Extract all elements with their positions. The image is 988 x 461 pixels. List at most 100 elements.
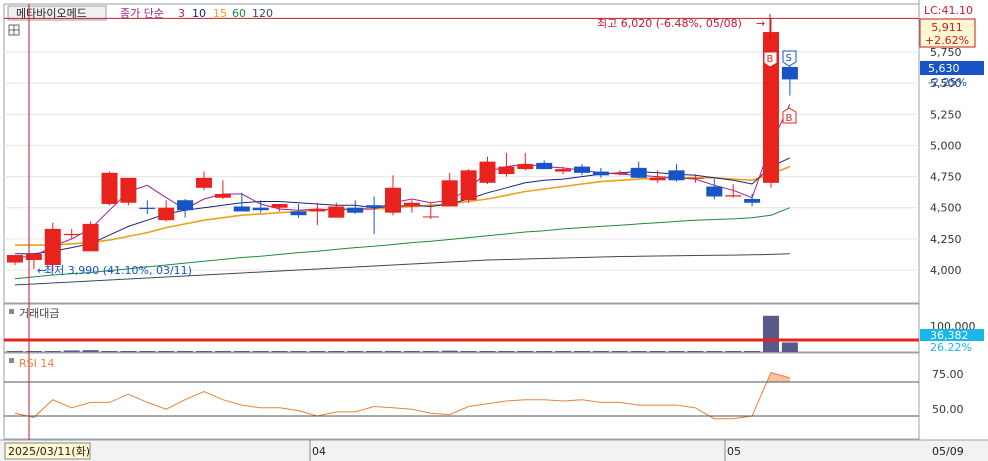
candle-body [7,255,23,263]
candle-body [744,198,761,203]
candle-body [725,195,742,197]
candle-body [347,207,364,213]
volume-bar [139,351,156,352]
volume-bar [630,351,647,352]
volume-bar [328,351,345,352]
candle-03-18[interactable] [101,171,118,206]
low-arrow-icon: ← [37,264,46,277]
current-price-value: 5,911 [931,21,963,34]
volume-bar [177,351,194,352]
candle-body [630,167,647,178]
volume-bar [44,351,61,352]
candle-body [82,223,99,252]
volume-bar [309,351,326,352]
candle-body [687,177,704,179]
volume-bar [706,351,723,352]
candle-body [460,170,477,201]
price-tick-label: 5,250 [930,108,962,121]
volume-panel-icon [9,309,14,314]
svg-text:S: S [786,53,792,64]
volume-bar [120,351,137,352]
candle-body [422,216,439,218]
price-tick-label: 4,250 [930,233,962,246]
volume-bar [574,351,590,352]
candle-04-14[interactable] [460,169,477,203]
svg-text:B: B [786,113,793,124]
price-tick-label: 5,000 [930,139,962,152]
signal-b-bottom[interactable]: B [782,107,797,124]
volume-bar [271,351,288,352]
volume-bar [101,351,118,352]
candle-body [63,233,80,236]
price-tick-label: 4,000 [930,264,962,277]
price-tick-label: 4,500 [930,202,962,215]
candle-body [574,166,590,173]
candle-body [44,228,61,266]
volume-bar [403,351,420,352]
candle-body [328,206,345,218]
end-date: 05/09 [932,445,964,458]
candle-body [517,164,534,170]
candle-body [252,207,269,211]
candle-body [25,253,42,261]
volume-bar [7,351,23,352]
candle-body [233,206,250,212]
svg-text:B: B [767,54,774,65]
rsi-tick-50: 50.00 [932,403,964,416]
last-change-value: -2.25% [928,76,967,89]
candle-body [196,177,212,188]
candle-05-08[interactable] [763,18,779,188]
volume-bar [460,351,477,352]
candle-body [592,171,609,176]
high-annotation: 최고 6,020 (-6.48%, 05/08) [597,17,742,30]
price-tick-label: 4,750 [930,171,962,184]
volume-bar [366,351,383,352]
volume-bar [479,351,496,352]
candle-body [177,200,194,211]
volume-bar [82,350,99,352]
volume-bar [687,351,704,352]
volume-bar [385,351,401,352]
candle-body [101,172,118,204]
volume-bar [214,351,231,352]
volume-title: 거래대금 [19,307,59,320]
volume-bar [611,351,628,352]
volume-bar [744,351,761,352]
date-label-04: 04 [312,445,326,458]
lc-label: LC:41.10 [924,4,973,17]
chart-canvas[interactable]: 5,7505,5005,2505,0004,7504,5004,2504,000… [0,0,988,461]
candle-body [290,211,307,216]
volume-bar [196,351,212,352]
volume-bar [668,351,685,352]
candle-body [441,180,458,207]
candle-03-17[interactable] [82,221,99,252]
volume-bar [233,351,250,352]
start-date: 2025/03/11(화) [8,445,90,458]
volume-bar [441,350,458,352]
volume-bar [498,351,515,352]
candle-body [120,177,137,203]
volume-bar [763,315,779,352]
volume-bar [290,351,307,352]
candle-body [611,172,628,174]
candle-body [214,194,231,198]
rsi-tick-75: 75.00 [932,368,964,381]
volume-last-pct: 26.22% [930,341,972,354]
date-label-05: 05 [727,445,741,458]
candle-body [555,169,572,172]
volume-bar [252,351,269,352]
candle-body [403,202,420,207]
volume-bar [517,351,534,352]
rsi-title: RSI 14 [19,357,54,370]
price-tick-label: 5,750 [930,46,962,59]
candle-body [668,170,685,181]
volume-bar [592,351,609,352]
volume-bar [555,351,572,352]
candle-body [498,166,515,175]
stock-chart-window: 5,750 5,500 5,250 5,000 4,750 4,500 4,250 4,000… [0,0,988,461]
canvas-background [0,0,988,461]
volume-bar [536,351,553,352]
candle-03-19[interactable] [120,177,137,206]
current-change-value: +2.62% [925,34,969,47]
candle-body [385,187,401,213]
